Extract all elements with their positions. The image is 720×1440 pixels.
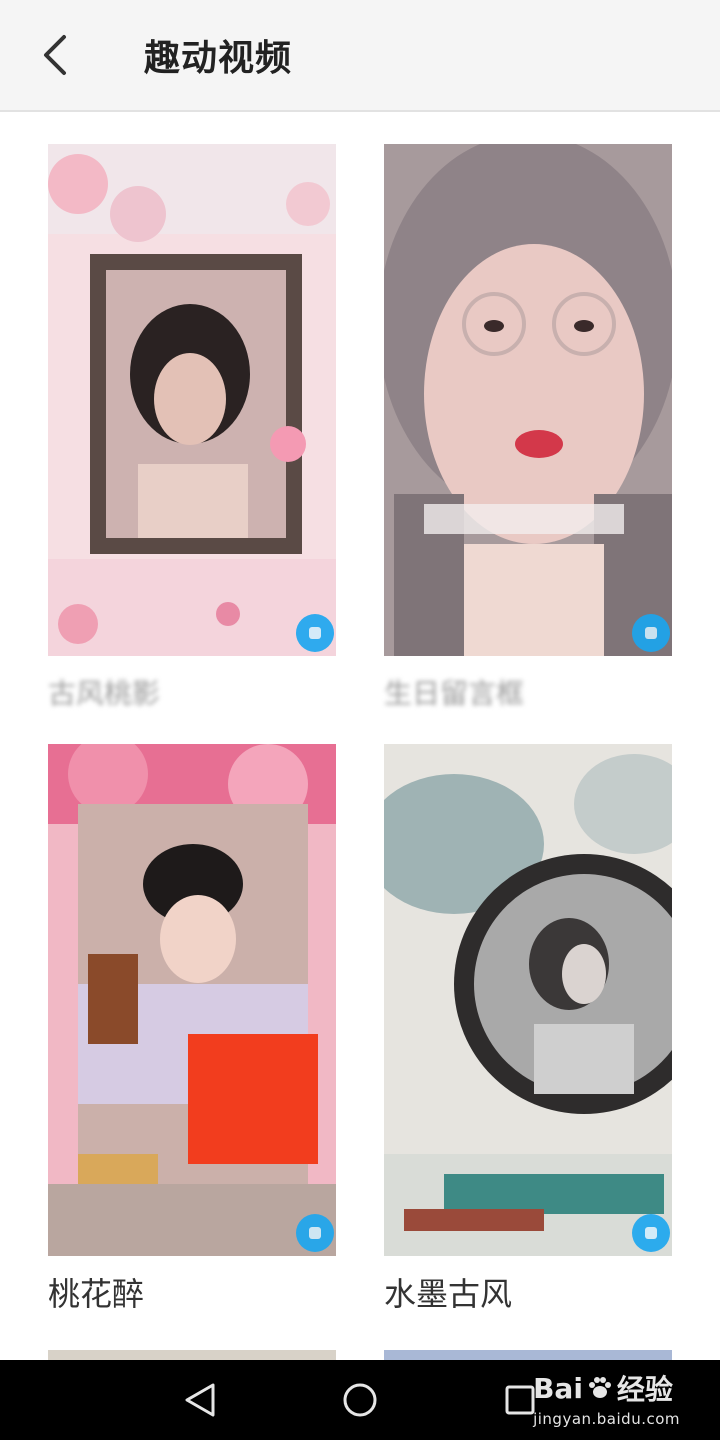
chevron-left-icon	[44, 35, 66, 75]
video-thumbnail	[48, 744, 336, 1256]
watermark-suffix: 经验	[616, 1373, 673, 1406]
thumbnail-image	[384, 744, 672, 1256]
circle-home-icon	[343, 1383, 377, 1417]
video-card[interactable]: 水墨古风	[384, 744, 672, 1314]
card-title: 生日留言框	[384, 677, 525, 710]
thumbnail-image	[48, 144, 336, 656]
play-badge-icon	[632, 1214, 670, 1252]
thumbnail-image	[384, 144, 672, 656]
nav-home-button[interactable]	[300, 1360, 420, 1440]
app-bar: 趣动视频	[0, 0, 720, 112]
paw-icon	[588, 1377, 611, 1398]
video-thumbnail	[384, 1350, 672, 1360]
back-button[interactable]	[0, 0, 110, 111]
video-thumbnail	[48, 1350, 336, 1360]
video-card[interactable]: 生日留言框	[384, 144, 672, 714]
card-title: 水墨古风	[384, 1275, 513, 1313]
card-title: 古风桃影	[48, 677, 161, 710]
video-thumbnail	[384, 744, 672, 1256]
page-title: 趣动视频	[144, 38, 293, 79]
video-card[interactable]: 古风桃影	[48, 144, 336, 714]
thumbnail-image	[48, 744, 336, 1256]
card-title: 桃花醉	[48, 1275, 145, 1313]
play-badge-icon	[296, 614, 334, 652]
square-recent-icon	[505, 1385, 535, 1415]
play-badge-icon	[296, 1214, 334, 1252]
video-thumbnail	[48, 144, 336, 656]
video-card[interactable]: 桃花醉	[48, 744, 336, 1314]
video-card[interactable]	[48, 1350, 336, 1360]
video-grid: 古风桃影 生日留言框 桃花醉 水墨古风	[0, 114, 720, 1360]
video-thumbnail	[384, 144, 672, 656]
play-badge-icon	[632, 614, 670, 652]
watermark-brand: Bai	[533, 1371, 583, 1405]
baidu-jingyan-watermark: Bai 经验 jingyan.baidu.com	[533, 1368, 680, 1429]
watermark-url: jingyan.baidu.com	[533, 1410, 680, 1428]
triangle-back-icon	[185, 1383, 215, 1417]
video-card[interactable]	[384, 1350, 672, 1360]
nav-back-button[interactable]	[140, 1360, 260, 1440]
